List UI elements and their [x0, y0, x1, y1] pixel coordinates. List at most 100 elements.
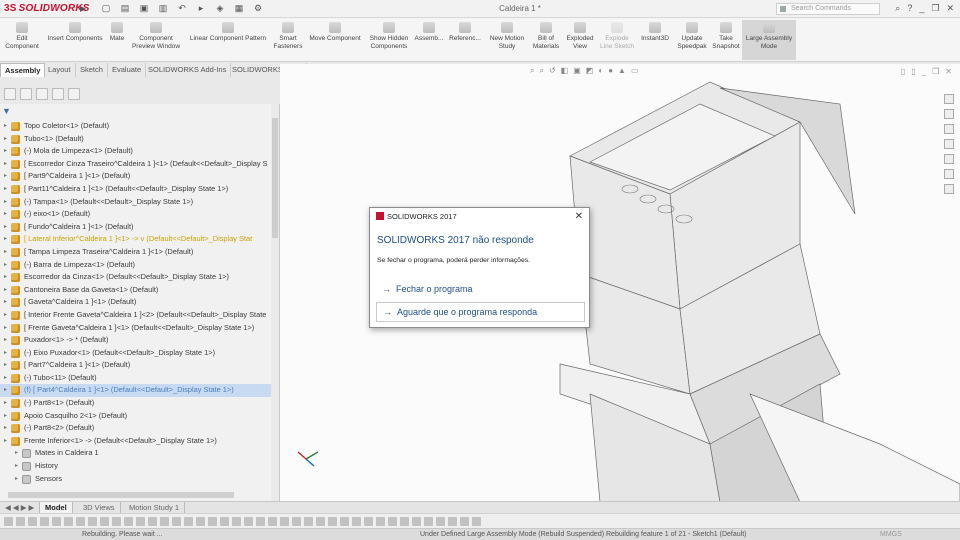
search-icon[interactable]: ⌕ — [895, 3, 900, 14]
exploded-view-button[interactable]: Exploded View — [562, 20, 598, 60]
options-gear-icon[interactable]: ⚙ — [252, 3, 264, 14]
sketch-tool-icon[interactable] — [304, 516, 313, 526]
expand-arrow-icon[interactable]: ▸ — [4, 133, 7, 146]
bom-button[interactable]: Bill of Materials — [530, 20, 562, 60]
minimize-icon[interactable]: _ — [919, 3, 924, 14]
sketch-tool-icon[interactable] — [292, 516, 301, 526]
expand-arrow-icon[interactable]: ▸ — [4, 309, 7, 322]
search-commands-input[interactable]: Search Commands — [776, 3, 880, 15]
expand-arrow-icon[interactable]: ▸ — [4, 271, 7, 284]
expand-arrow-icon[interactable]: ▸ — [4, 145, 7, 158]
appearance-icon[interactable]: ● — [608, 66, 613, 76]
hide-show-icon[interactable]: ◐ — [598, 66, 603, 76]
new-file-icon[interactable]: ▢ — [100, 3, 112, 14]
large-assembly-button[interactable]: Large Assembly Mode — [742, 20, 796, 60]
property-manager-icon[interactable] — [20, 88, 32, 100]
close-program-button[interactable]: → Fechar o programa — [376, 280, 585, 300]
tree-folder-item[interactable]: ▸ Sensors — [0, 473, 272, 486]
expand-arrow-icon[interactable]: ▸ — [4, 347, 7, 360]
speedpak-button[interactable]: Update Speedpak — [674, 20, 710, 60]
help-icon[interactable]: ? — [907, 3, 912, 14]
motion-study-button[interactable]: New Motion Study — [484, 20, 530, 60]
preview-window-button[interactable]: Component Preview Window — [128, 20, 184, 60]
section-view-icon[interactable]: ◧ — [561, 66, 569, 76]
solidworks-logo[interactable]: 3S SOLIDWORKS — [4, 3, 90, 14]
expand-arrow-icon[interactable]: ▸ — [4, 196, 7, 209]
sketch-tool-icon[interactable] — [40, 516, 49, 526]
tab-solidworks-add-ins[interactable]: SOLIDWORKS Add-Ins — [144, 63, 232, 77]
tree-component-item[interactable]: ▸ [ Lateral Inferior^Caldeira 1 ]<1> -> v… — [0, 233, 272, 246]
doc-tile-icon[interactable]: ▯ — [901, 67, 905, 76]
sketch-tool-icon[interactable] — [376, 516, 385, 526]
sketch-tool-icon[interactable] — [352, 516, 361, 526]
sketch-tool-icon[interactable] — [280, 516, 289, 526]
sketch-tool-icon[interactable] — [196, 516, 205, 526]
tree-component-item[interactable]: ▸ [ Escorredor Cinza Traseiro^Caldeira 1 … — [0, 158, 272, 171]
file-properties-icon[interactable]: ▦ — [233, 3, 245, 14]
sketch-tool-icon[interactable] — [400, 516, 409, 526]
view-settings-icon[interactable]: ▭ — [631, 66, 639, 76]
previous-view-icon[interactable]: ↺ — [549, 66, 556, 76]
doc-restore-icon[interactable]: ❐ — [932, 67, 939, 76]
sketch-tool-icon[interactable] — [316, 516, 325, 526]
feature-tree-icon[interactable] — [4, 88, 16, 100]
sketch-tool-icon[interactable] — [4, 516, 13, 526]
tree-component-item[interactable]: ▸ [ Tampa Limpeza Traseira^Caldeira 1 ]<1… — [0, 246, 272, 259]
sketch-tool-icon[interactable] — [460, 516, 469, 526]
sketch-tool-icon[interactable] — [388, 516, 397, 526]
view-orientation-icon[interactable]: ▣ — [573, 66, 581, 76]
home-icon[interactable] — [944, 94, 954, 104]
tree-component-item[interactable]: ▸ [ Part9^Caldeira 1 ]<1> (Default) — [0, 170, 272, 183]
sketch-tool-icon[interactable] — [232, 516, 241, 526]
undo-icon[interactable]: ↶ — [176, 3, 188, 14]
sketch-tool-icon[interactable] — [256, 516, 265, 526]
save-icon[interactable]: ▣ — [138, 3, 150, 14]
zoom-to-fit-icon[interactable]: ⌕ — [530, 66, 534, 76]
sketch-tool-icon[interactable] — [208, 516, 217, 526]
expand-arrow-icon[interactable]: ▸ — [15, 460, 18, 473]
open-file-icon[interactable]: ▤ — [119, 3, 131, 14]
expand-arrow-icon[interactable]: ▸ — [4, 120, 7, 133]
expand-arrow-icon[interactable]: ▸ — [4, 322, 7, 335]
custom-properties-icon[interactable] — [944, 169, 954, 179]
dimxpert-icon[interactable] — [52, 88, 64, 100]
insert-components-button[interactable]: Insert Components — [44, 20, 106, 60]
expand-arrow-icon[interactable]: ▸ — [4, 208, 7, 221]
close-icon[interactable]: ✕ — [946, 3, 954, 14]
tree-folder-item[interactable]: ▸ Mates in Caldeira 1 — [0, 447, 272, 460]
expand-arrow-icon[interactable]: ▸ — [4, 334, 7, 347]
tree-folder-item[interactable]: ▸ History — [0, 460, 272, 473]
sketch-tool-icon[interactable] — [412, 516, 421, 526]
sketch-tool-icon[interactable] — [112, 516, 121, 526]
sketch-tool-icon[interactable] — [244, 516, 253, 526]
sketch-tool-icon[interactable] — [340, 516, 349, 526]
tree-component-item[interactable]: ▸ Puxador<1> -> * (Default) — [0, 334, 272, 347]
expand-arrow-icon[interactable]: ▸ — [4, 233, 7, 246]
configuration-manager-icon[interactable] — [36, 88, 48, 100]
show-hidden-button[interactable]: Show Hidden Components — [366, 20, 412, 60]
forum-icon[interactable] — [944, 184, 954, 194]
sketch-tool-icon[interactable] — [268, 516, 277, 526]
sketch-tool-icon[interactable] — [76, 516, 85, 526]
tree-component-item[interactable]: ▸ (-) Mola de Limpeza<1> (Default) — [0, 145, 272, 158]
sketch-tool-icon[interactable] — [124, 516, 133, 526]
expand-arrow-icon[interactable]: ▸ — [4, 246, 7, 259]
instant3d-button[interactable]: Instant3D — [636, 20, 674, 60]
sketch-tool-icon[interactable] — [436, 516, 445, 526]
display-manager-icon[interactable] — [68, 88, 80, 100]
sketch-tool-icon[interactable] — [100, 516, 109, 526]
tree-component-item[interactable]: ▸ (-) Barra de Limpeza<1> (Default) — [0, 259, 272, 272]
tree-scrollbar[interactable] — [271, 104, 279, 502]
select-icon[interactable]: ▸ — [195, 3, 207, 14]
tab-assembly[interactable]: Assembly — [0, 63, 46, 77]
sketch-tool-icon[interactable] — [148, 516, 157, 526]
expand-arrow-icon[interactable]: ▸ — [15, 473, 18, 486]
sketch-tool-icon[interactable] — [136, 516, 145, 526]
tree-component-item[interactable]: ▸ (-) Part8<2> (Default) — [0, 422, 272, 435]
tree-component-item[interactable]: ▸ [ Fundo^Caldeira 1 ]<1> (Default) — [0, 221, 272, 234]
wait-for-program-button[interactable]: → Aguarde que o programa responda — [376, 302, 585, 322]
tab-layout[interactable]: Layout — [44, 63, 76, 77]
tree-hscrollbar[interactable] — [8, 492, 234, 498]
expand-arrow-icon[interactable]: ▸ — [4, 384, 7, 397]
tree-component-item[interactable]: ▸ Apoio Casquilho 2<1> (Default) — [0, 410, 272, 423]
